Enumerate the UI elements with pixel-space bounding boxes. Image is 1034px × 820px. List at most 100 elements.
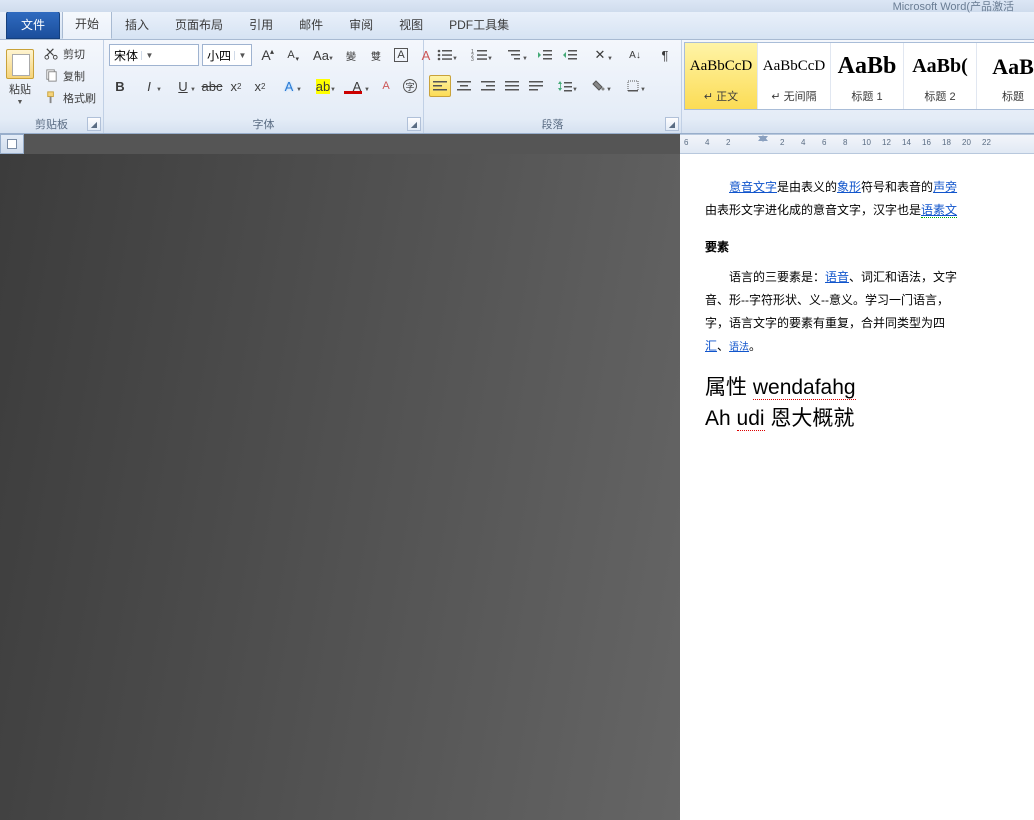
style-preview: AaBb( [904, 46, 976, 88]
tab-selector[interactable] [0, 134, 24, 154]
tab-references[interactable]: 引用 [236, 10, 286, 39]
subscript-button[interactable]: x2 [225, 75, 247, 97]
bold-button[interactable]: B [109, 75, 131, 97]
enclose-button[interactable]: A [390, 44, 412, 66]
ruler-number: 4 [801, 138, 805, 147]
document-area: 意音文字是由表义的象形符号和表音的声旁 由表形文字进化成的意音文字，汉字也是语素… [0, 154, 1034, 820]
italic-button[interactable]: I▼ [133, 75, 165, 97]
text: udi [737, 407, 765, 431]
ruler-number: 20 [962, 138, 971, 147]
asian-layout-button[interactable]: ✕▼ [584, 44, 616, 66]
shrink-font-button[interactable]: A▾ [280, 44, 302, 66]
ruler-number: 2 [726, 138, 730, 147]
grow-font-button[interactable]: A▴ [255, 44, 277, 66]
ruler-number: 18 [942, 138, 951, 147]
tab-view[interactable]: 视图 [386, 10, 436, 39]
paste-button[interactable]: 粘贴 ▼ [5, 43, 35, 111]
text: 由表形文字进化成的意音文字，汉字也是 [705, 203, 921, 217]
text: 、 [717, 339, 729, 353]
font-family-combo[interactable]: 宋体 ▼ [109, 44, 199, 66]
superscript-button[interactable]: x2 [249, 75, 271, 97]
cut-button[interactable]: 剪切 [39, 43, 101, 64]
text: 。 [749, 339, 761, 353]
font-size-combo[interactable]: 小四 ▼ [202, 44, 252, 66]
ruler-number: 22 [982, 138, 991, 147]
copy-button[interactable]: 复制 [39, 65, 101, 86]
style-preview: AaB [977, 46, 1034, 88]
show-marks-button[interactable]: ¶ [654, 44, 676, 66]
style-name: ↵ 无间隔 [771, 88, 816, 107]
style-item[interactable]: AaBbCcD↵ 正文 [685, 43, 758, 109]
ruler-number: 4 [705, 138, 709, 147]
increase-indent-button[interactable] [559, 44, 581, 66]
clipboard-launcher[interactable]: ◢ [87, 117, 101, 131]
tab-file[interactable]: 文件 [6, 11, 60, 39]
group-label-font: 字体 [109, 116, 418, 133]
style-item[interactable]: AaBb标题 1 [831, 43, 904, 109]
highlight-button[interactable]: ab▼ [307, 75, 339, 97]
font-launcher[interactable]: ◢ [407, 117, 421, 131]
numbering-button[interactable]: 123▼ [464, 44, 496, 66]
tab-insert[interactable]: 插入 [112, 10, 162, 39]
ribbon: 粘贴 ▼ 剪切 复制 格式刷 剪贴板 ◢ [0, 40, 1034, 134]
align-center-button[interactable] [453, 75, 475, 97]
style-item[interactable]: AaB标题 [977, 43, 1034, 109]
link[interactable]: 语素文 [921, 203, 957, 218]
tab-pdf[interactable]: PDF工具集 [436, 10, 522, 39]
font-color-button[interactable]: A▼ [341, 75, 373, 97]
text: 、词汇和语法，文字 [849, 270, 957, 284]
text: 字，语言文字的要素有重复，合并同类型为四 [705, 312, 1034, 335]
underline-button[interactable]: U▼ [167, 75, 199, 97]
style-name: 标题 2 [924, 88, 955, 107]
text-effects-button[interactable]: A▼ [273, 75, 305, 97]
tab-home[interactable]: 开始 [62, 9, 112, 39]
document-page[interactable]: 意音文字是由表义的象形符号和表音的声旁 由表形文字进化成的意音文字，汉字也是语素… [680, 154, 1034, 820]
shading-button[interactable]: ▼ [583, 75, 615, 97]
group-styles: AaBbCcD↵ 正文AaBbCcD↵ 无间隔AaBb标题 1AaBb(标题 2… [682, 40, 1034, 133]
paragraph-launcher[interactable]: ◢ [665, 117, 679, 131]
group-font: 宋体 ▼ 小四 ▼ A▴ A▾ Aa▼ 變 雙 A A B I▼ U▼ abc [104, 40, 424, 133]
group-paragraph: ▼ 123▼ ▼ ✕▼ A↓ ¶ ▼ ▼ ▼ 段落 ◢ [424, 40, 682, 133]
tab-review[interactable]: 审阅 [336, 10, 386, 39]
large-text: 属性 wendafahg Ah udi 恩大概就 [705, 372, 1034, 435]
justify-button[interactable] [501, 75, 523, 97]
style-preview: AaBbCcD [685, 46, 757, 88]
decrease-indent-button[interactable] [534, 44, 556, 66]
ruler-number: 16 [922, 138, 931, 147]
distributed-button[interactable] [525, 75, 547, 97]
format-painter-button[interactable]: 格式刷 [39, 87, 101, 108]
style-item[interactable]: AaBb(标题 2 [904, 43, 977, 109]
ruler-number: 8 [843, 138, 847, 147]
align-right-button[interactable] [477, 75, 499, 97]
change-case-button[interactable]: Aa▼ [305, 44, 337, 66]
line-spacing-button[interactable]: ▼ [549, 75, 581, 97]
text: wendafahg [753, 376, 856, 400]
hanging-indent-marker[interactable] [758, 135, 768, 141]
paste-icon [6, 49, 34, 79]
link[interactable]: 语法 [729, 342, 749, 353]
ruler-number: 12 [882, 138, 891, 147]
strikethrough-button[interactable]: abc [201, 75, 223, 97]
character-shading-button[interactable]: A [375, 75, 397, 97]
borders-button[interactable]: ▼ [617, 75, 649, 97]
align-left-button[interactable] [429, 75, 451, 97]
sort-button[interactable]: A↓ [619, 44, 651, 66]
horizontal-ruler[interactable]: 642246810121416182022 [680, 134, 1034, 154]
character-border-button[interactable]: 雙 [365, 44, 387, 66]
ruler-number: 10 [862, 138, 871, 147]
bullets-button[interactable]: ▼ [429, 44, 461, 66]
scissors-icon [44, 46, 59, 61]
tab-mail[interactable]: 邮件 [286, 10, 336, 39]
multilevel-list-button[interactable]: ▼ [499, 44, 531, 66]
enclose-characters-button[interactable]: 字 [399, 75, 421, 97]
group-label-paragraph: 段落 [429, 116, 676, 133]
link[interactable]: 声旁 [933, 180, 957, 194]
tab-layout[interactable]: 页面布局 [162, 10, 236, 39]
link[interactable]: 汇 [705, 339, 717, 353]
link[interactable]: 意音文字 [729, 180, 777, 194]
link[interactable]: 语音 [825, 270, 849, 284]
phonetic-guide-button[interactable]: 變 [340, 44, 362, 66]
text: Ah [705, 407, 737, 430]
style-item[interactable]: AaBbCcD↵ 无间隔 [758, 43, 831, 109]
link[interactable]: 象形 [837, 180, 861, 194]
